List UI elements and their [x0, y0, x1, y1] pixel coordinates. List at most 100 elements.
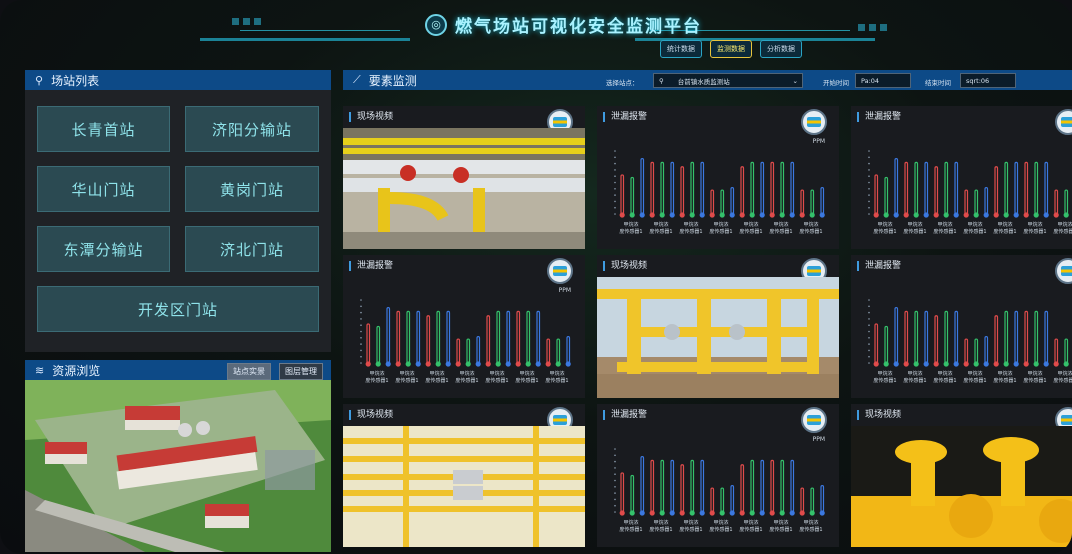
bar	[630, 474, 635, 513]
header-deco-square	[858, 24, 865, 31]
bar	[780, 459, 785, 513]
start-time-input[interactable]: Pa:04	[855, 73, 911, 88]
bar	[810, 487, 815, 513]
y-tick	[614, 156, 616, 159]
bar-bulb	[953, 361, 959, 367]
bar-bulb	[525, 361, 531, 367]
bar-bulb	[913, 212, 919, 218]
y-tick	[868, 206, 870, 209]
bar	[1024, 310, 1029, 364]
bar-bulb	[799, 510, 805, 516]
bar	[650, 161, 655, 215]
station-button-jiyang[interactable]: 济阳分输站	[185, 106, 319, 152]
bar	[894, 157, 899, 215]
x-tick-label: 度传感器1	[365, 377, 388, 384]
x-tick-label: 度传感器1	[1053, 377, 1072, 384]
x-tick-label: 甲烷浓	[369, 370, 384, 377]
bar-bulb	[619, 212, 625, 218]
station-select[interactable]: ⚲ 台前镇水质监测站 ⌄	[653, 73, 803, 88]
bar	[964, 189, 969, 215]
video-card[interactable]: 现场视频	[851, 404, 1072, 547]
bar	[366, 323, 371, 364]
bar-bulb	[689, 510, 695, 516]
video-card[interactable]: 现场视频	[343, 106, 585, 249]
header-deco-square	[254, 18, 261, 25]
video-card[interactable]: 现场视频	[597, 255, 839, 398]
leak-alarm-card[interactable]: 甲烷浓 度传感器1 甲烷浓 度传感器1 甲烷浓 度传感器1 甲烷浓 度传感器1 甲烷浓 度传感器1…	[597, 404, 839, 547]
monitor-data-button[interactable]: 监测数据	[710, 40, 752, 58]
bar	[914, 161, 919, 215]
y-tick	[360, 305, 362, 308]
station-button-huashan[interactable]: 华山门站	[37, 166, 170, 212]
x-tick-label: 度传感器1	[873, 377, 896, 384]
y-tick	[360, 299, 362, 301]
stats-data-button[interactable]: 统计数据	[660, 40, 702, 58]
bar-bulb	[485, 361, 491, 367]
bar	[944, 310, 949, 364]
bar-bulb	[779, 510, 785, 516]
unit-label: PPM	[812, 436, 825, 443]
bar-bulb	[993, 361, 999, 367]
y-tick	[360, 362, 362, 364]
bar-bulb	[819, 510, 825, 516]
station-button-dongtan[interactable]: 东潭分输站	[37, 226, 170, 272]
bar-bulb	[1033, 361, 1039, 367]
leak-alarm-card[interactable]: 甲烷浓 度传感器1 甲烷浓 度传感器1 甲烷浓 度传感器1 甲烷浓 度传感器1 甲烷浓 度传感器1…	[851, 106, 1072, 249]
y-tick	[868, 337, 870, 339]
video-card[interactable]: 现场视频	[343, 404, 585, 547]
bar-bulb	[385, 361, 391, 367]
leak-card-title: 泄漏报警	[349, 261, 393, 271]
tab-site-view[interactable]: 站点实景	[227, 363, 271, 380]
x-tick-label: 甲烷浓	[623, 221, 638, 228]
header-deco-square	[232, 18, 239, 25]
sensor-icon[interactable]	[547, 258, 573, 284]
end-time-input[interactable]: sqrt:06	[960, 73, 1016, 88]
x-tick-label: 度传感器1	[709, 526, 732, 533]
y-tick	[868, 343, 870, 345]
y-tick	[614, 150, 616, 152]
y-tick	[360, 349, 362, 352]
x-tick-label: 甲烷浓	[1057, 221, 1072, 228]
x-tick-label: 度传感器1	[933, 377, 956, 384]
bar-bulb	[893, 212, 899, 218]
bar	[924, 310, 929, 364]
station-button-huanggang[interactable]: 黄岗门站	[185, 166, 319, 212]
x-tick-label: 度传感器1	[873, 228, 896, 235]
leak-alarm-card[interactable]: 甲烷浓 度传感器1 甲烷浓 度传感器1 甲烷浓 度传感器1 甲烷浓 度传感器1 甲烷浓 度传感器1…	[597, 106, 839, 249]
bar-bulb	[873, 361, 879, 367]
sensor-icon[interactable]	[801, 407, 827, 433]
bar	[820, 484, 825, 513]
bar-bulb	[719, 510, 725, 516]
y-tick	[868, 188, 870, 190]
x-tick-label: 甲烷浓	[907, 370, 922, 377]
analysis-data-button[interactable]: 分析数据	[760, 40, 802, 58]
station-button-jibei[interactable]: 济北门站	[185, 226, 319, 272]
station-button-kaifaqu[interactable]: 开发区门站	[37, 286, 319, 332]
header-deco-square	[880, 24, 887, 31]
resource-header: ≋ 资源浏览 站点实景 图层管理	[25, 360, 331, 380]
x-tick-label: 甲烷浓	[743, 221, 758, 228]
bar	[1034, 161, 1039, 215]
leak-bar-chart: 甲烷浓度传感器1甲烷浓度传感器1甲烷浓度传感器1甲烷浓度传感器1甲烷浓度传感器1…	[868, 150, 1072, 235]
resource-panel: ≋ 资源浏览 站点实景 图层管理	[25, 360, 331, 552]
bar	[680, 464, 685, 513]
x-tick-label: 甲烷浓	[549, 370, 564, 377]
leak-alarm-card[interactable]: 甲烷浓 度传感器1 甲烷浓 度传感器1 甲烷浓 度传感器1 甲烷浓 度传感器1 甲烷浓 度传感器1…	[343, 255, 585, 398]
y-tick	[868, 213, 870, 215]
bar-bulb	[659, 212, 665, 218]
y-tick	[868, 305, 870, 308]
station-button-changqing[interactable]: 长青首站	[37, 106, 170, 152]
sensor-icon[interactable]	[801, 109, 827, 135]
leak-alarm-card[interactable]: 甲烷浓 度传感器1 甲烷浓 度传感器1 甲烷浓 度传感器1 甲烷浓 度传感器1 甲烷浓 度传感器1…	[851, 255, 1072, 398]
leak-bar-chart: 甲烷浓度传感器1甲烷浓度传感器1甲烷浓度传感器1甲烷浓度传感器1甲烷浓度传感器1…	[868, 299, 1072, 384]
tab-layer-management[interactable]: 图层管理	[279, 363, 323, 380]
bar	[984, 186, 989, 215]
bar	[974, 189, 979, 215]
x-tick-label: 甲烷浓	[519, 370, 534, 377]
bar	[1044, 310, 1049, 364]
bar-bulb	[545, 361, 551, 367]
x-tick-label: 甲烷浓	[877, 370, 892, 377]
bar-bulb	[649, 212, 655, 218]
bar	[436, 310, 441, 364]
bar	[904, 310, 909, 364]
